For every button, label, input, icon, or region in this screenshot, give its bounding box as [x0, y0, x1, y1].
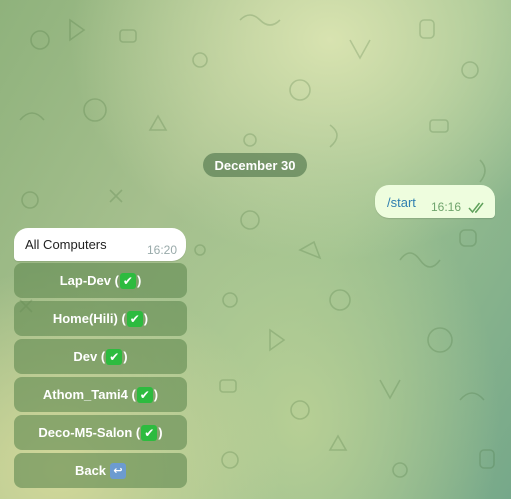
check-mark-button-icon: ✔ [106, 348, 123, 365]
double-check-icon [468, 202, 484, 214]
check-mark-button-icon: ✔ [119, 272, 136, 289]
keyboard-button-lap-dev[interactable]: Lap-Dev (✔) [14, 263, 187, 298]
inline-keyboard: Lap-Dev (✔) Home(Hili) (✔) Dev (✔) Athom… [14, 263, 187, 491]
check-mark-button-icon: ✔ [141, 424, 158, 441]
keyboard-button-suffix: ) [158, 425, 163, 440]
incoming-message-text: All Computers [25, 237, 107, 252]
back-button-label: Back [74, 463, 107, 478]
keyboard-button-label: Lap-Dev ( [59, 273, 119, 288]
keyboard-button-label: Home(Hili) ( [52, 311, 126, 326]
keyboard-button-suffix: ) [123, 349, 128, 364]
keyboard-button-label: Deco-M5-Salon ( [38, 425, 141, 440]
check-mark-button-icon: ✔ [126, 310, 143, 327]
keyboard-button-athom-tami4[interactable]: Athom_Tami4 (✔) [14, 377, 187, 412]
keyboard-button-label: Dev ( [73, 349, 106, 364]
start-command-link[interactable]: /start [387, 195, 416, 210]
incoming-message: All Computers 16:20 [14, 228, 186, 261]
keyboard-button-suffix: ) [136, 273, 142, 288]
keyboard-button-dev[interactable]: Dev (✔) [14, 339, 187, 374]
keyboard-button-suffix: ) [143, 311, 149, 326]
outgoing-message[interactable]: /start 16:16 [375, 185, 495, 218]
keyboard-button-label: Athom_Tami4 ( [42, 387, 136, 402]
incoming-message-time: 16:20 [146, 243, 177, 257]
keyboard-button-deco-m5-salon[interactable]: Deco-M5-Salon (✔) [14, 415, 187, 450]
date-separator: December 30 [203, 153, 307, 177]
keyboard-button-home-hili[interactable]: Home(Hili) (✔) [14, 301, 187, 336]
keyboard-button-suffix: ) [153, 387, 159, 402]
keyboard-button-back[interactable]: Back ↩ [14, 453, 187, 488]
outgoing-message-time: 16:16 [431, 200, 462, 214]
check-mark-button-icon: ✔ [136, 386, 153, 403]
back-arrow-icon: ↩ [110, 462, 127, 479]
date-separator-label: December 30 [214, 157, 296, 173]
